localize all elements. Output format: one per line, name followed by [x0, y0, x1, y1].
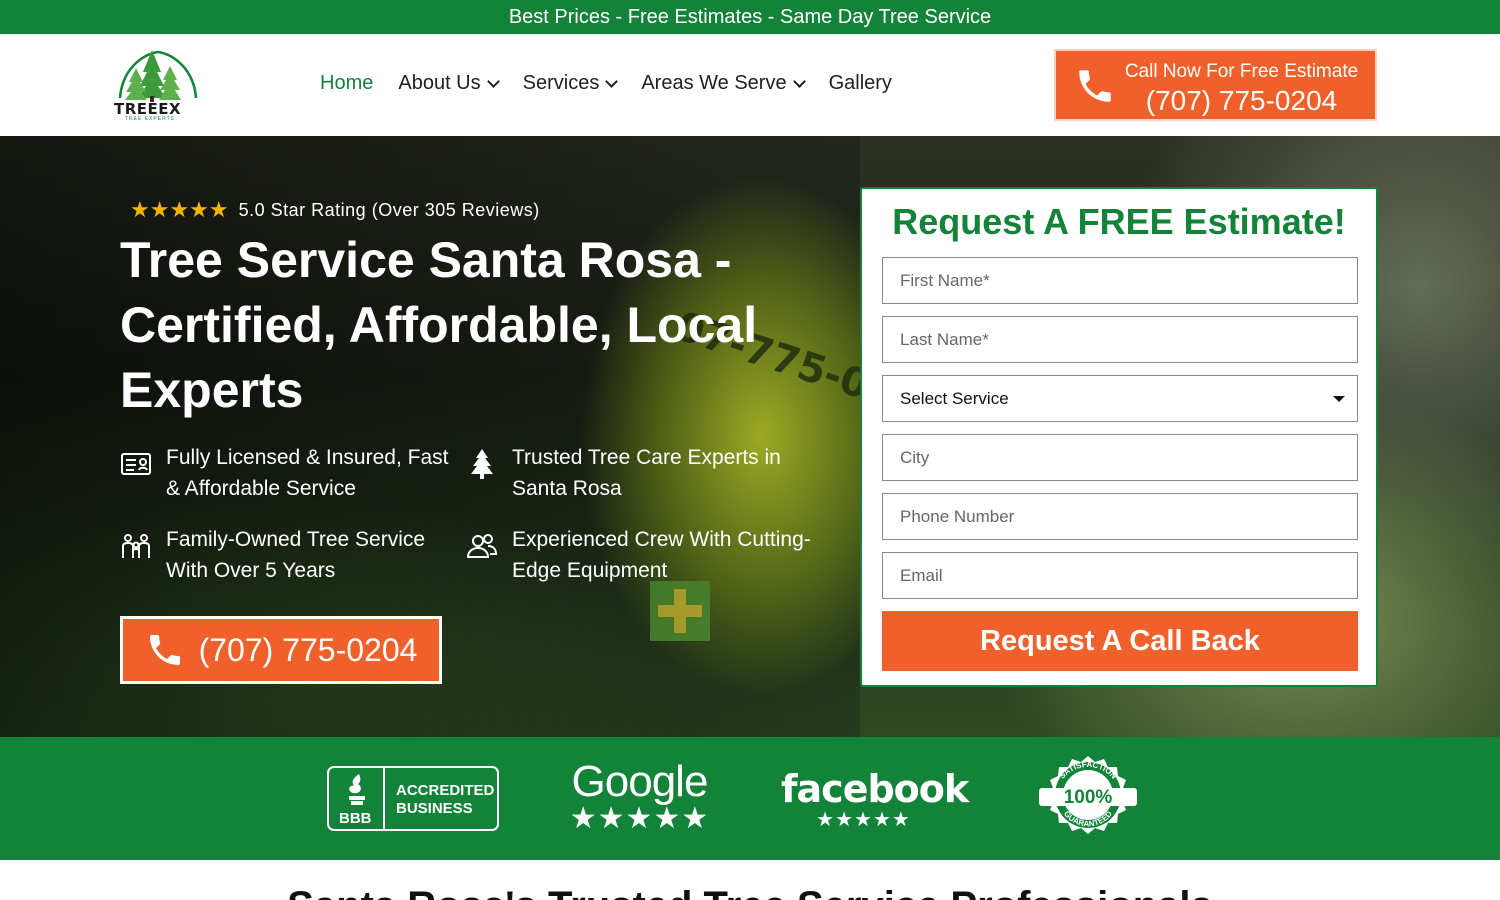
bbb-accredited-text: ACCREDITED BUSINESS — [396, 782, 494, 818]
tree-icon — [471, 449, 493, 479]
phone-input[interactable] — [882, 493, 1358, 540]
logo[interactable]: TREEEX TREE EXPERTS — [112, 46, 204, 122]
nav-label: Areas We Serve — [641, 72, 787, 94]
email-input[interactable] — [882, 552, 1358, 599]
hero-call-phone: (707) 775-0204 — [198, 631, 418, 668]
feature-text: Experienced Crew With Cutting-Edge Equip… — [512, 528, 811, 582]
bbb-word: BBB — [339, 810, 372, 827]
nav-item-home[interactable]: Home — [320, 72, 373, 95]
nav-label: Gallery — [828, 72, 892, 94]
feature-text: Family-Owned Tree Service With Over 5 Ye… — [166, 528, 426, 582]
site-header: TREEEX TREE EXPERTS Home About Us Servic… — [0, 34, 1500, 136]
nav-item-gallery[interactable]: Gallery — [829, 72, 892, 95]
feature-text: Fully Licensed & Insured, Fast & Afforda… — [166, 446, 449, 500]
service-select-value: Select Service — [900, 389, 1009, 408]
google-stars-icon: ★★★★★ — [569, 802, 710, 835]
feature-licensed: Fully Licensed & Insured, Fast & Afforda… — [120, 442, 450, 504]
nav-item-about-us[interactable]: About Us — [398, 72, 500, 95]
chevron-down-icon — [792, 74, 806, 88]
feature-trusted: Trusted Tree Care Experts in Santa Rosa — [466, 442, 816, 504]
last-name-input[interactable] — [882, 316, 1358, 363]
section-title: Santa Rosa's Trusted Tree Service Profes… — [0, 884, 1500, 900]
nav-item-services[interactable]: Services — [522, 72, 619, 95]
trust-badges: BBB ACCREDITED BUSINESS Google ★★★★★ fac… — [0, 737, 1500, 860]
logo-subtext: TREE EXPERTS — [125, 116, 175, 122]
estimate-form: Request A FREE Estimate! Select Service … — [860, 187, 1378, 687]
nav-label: About Us — [398, 72, 481, 94]
feature-text: Trusted Tree Care Experts in Santa Rosa — [512, 446, 781, 500]
hero-section: 07-775-0204 ★★★★★ 5.0 Star Rating (Over … — [0, 136, 1500, 737]
first-name-input[interactable] — [882, 257, 1358, 304]
crew-icon — [466, 534, 498, 558]
bbb-badge: BBB ACCREDITED BUSINESS — [327, 766, 499, 831]
hero-call-button[interactable]: (707) 775-0204 — [120, 616, 442, 684]
star-rating: ★★★★★ 5.0 Star Rating (Over 305 Reviews) — [130, 197, 540, 223]
nav-label: Home — [320, 72, 374, 94]
rating-text: 5.0 Star Rating (Over 305 Reviews) — [238, 199, 540, 220]
pine-trees-icon — [118, 50, 198, 102]
satisfaction-guarantee-seal-icon: SATISFACTION 100% GUARANTEED — [1039, 756, 1137, 834]
feature-family-owned: Family-Owned Tree Service With Over 5 Ye… — [120, 524, 450, 586]
gold-stars-icon: ★★★★★ — [130, 197, 229, 222]
chevron-down-icon — [486, 74, 500, 88]
google-logo-text: Google — [571, 757, 709, 806]
hero-title: Tree Service Santa Rosa - Certified, Aff… — [120, 232, 758, 418]
chevron-down-icon — [605, 74, 619, 88]
city-input[interactable] — [882, 434, 1358, 481]
service-select[interactable]: Select Service — [882, 375, 1358, 422]
facebook-logo-text: facebook — [781, 767, 969, 811]
main-nav: Home About Us Services Areas We Serve Ga… — [320, 72, 892, 95]
google-rating-badge: Google ★★★★★ — [567, 757, 712, 836]
announcement-bar: Best Prices - Free Estimates - Same Day … — [0, 0, 1500, 34]
bbb-line-1: ACCREDITED — [396, 782, 495, 799]
dropdown-arrow-icon — [1333, 396, 1345, 402]
bbb-torch-icon — [349, 774, 365, 805]
call-label: Call Now For Free Estimate — [1124, 61, 1359, 82]
nav-item-areas-we-serve[interactable]: Areas We Serve — [641, 72, 806, 95]
call-phone-number: (707) 775-0204 — [1145, 85, 1338, 116]
header-call-button[interactable]: Call Now For Free Estimate (707) 775-020… — [1054, 49, 1377, 121]
request-call-back-button[interactable]: Request A Call Back — [882, 611, 1358, 671]
license-icon — [121, 453, 151, 475]
phone-icon — [149, 635, 180, 665]
announcement-text: Best Prices - Free Estimates - Same Day … — [508, 6, 992, 28]
form-title: Request A FREE Estimate! — [892, 201, 1346, 242]
next-section: Santa Rosa's Trusted Tree Service Profes… — [0, 860, 1500, 900]
family-icon — [122, 534, 150, 558]
feature-experienced-crew: Experienced Crew With Cutting-Edge Equip… — [466, 524, 816, 586]
bbb-torch-panel: BBB — [329, 768, 385, 829]
nav-label: Services — [522, 72, 600, 94]
facebook-rating-badge: facebook ★★★★★ — [781, 767, 969, 832]
svg-text:100%: 100% — [1064, 787, 1113, 808]
phone-icon — [1079, 70, 1111, 102]
bbb-line-2: BUSINESS — [396, 800, 473, 817]
